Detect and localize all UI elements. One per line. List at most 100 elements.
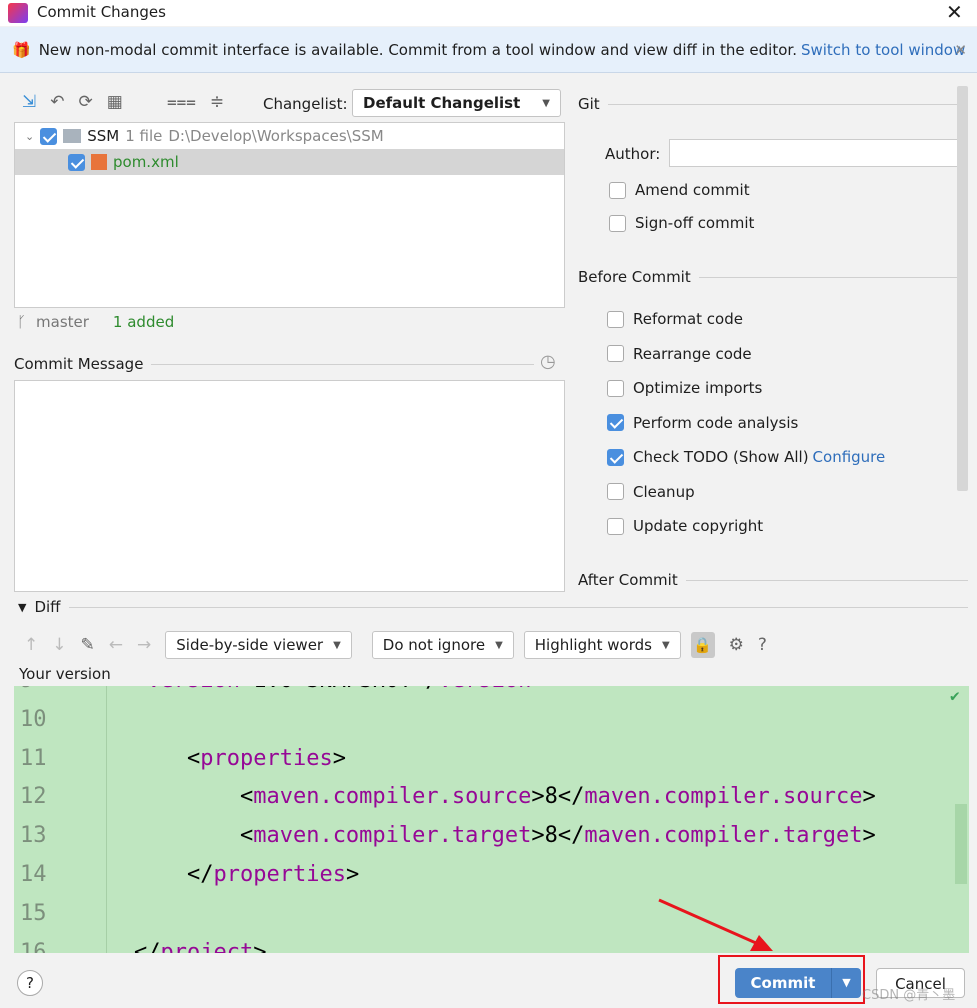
update-copyright-checkbox[interactable] xyxy=(607,517,624,535)
watermark: CSDN @青丶墨 xyxy=(862,988,956,1003)
code-token: < xyxy=(186,745,201,771)
arrow-left-icon[interactable]: ← xyxy=(109,635,123,655)
sign-off-checkbox[interactable] xyxy=(609,214,626,232)
check-todo-option[interactable]: Check TODO (Show All) Configure xyxy=(607,448,885,466)
history-icon[interactable]: ◷ xyxy=(540,351,556,372)
file-row[interactable]: pom.xml xyxy=(15,149,564,175)
collapse-all-icon[interactable]: ≑ xyxy=(210,92,224,112)
code-token: >8</ xyxy=(531,784,585,810)
root-checkbox[interactable] xyxy=(40,127,58,145)
ignore-dropdown[interactable]: Do not ignore ▼ xyxy=(371,631,514,659)
banner-close-icon[interactable]: ✕ xyxy=(954,41,967,59)
line-number: 13 xyxy=(20,823,47,849)
diff-label: Diff xyxy=(34,598,61,616)
cleanup-option[interactable]: Cleanup xyxy=(607,483,885,501)
branch-name: master xyxy=(36,313,89,331)
edit-icon[interactable]: ✎ xyxy=(81,635,95,655)
changes-tree: ⌄ SSM 1 file D:\Develop\Workspaces\SSM p… xyxy=(14,122,565,308)
sign-off-option[interactable]: Sign-off commit xyxy=(609,214,754,232)
arrow-up-icon[interactable]: ↑ xyxy=(24,635,38,655)
viewer-dropdown[interactable]: Side-by-side viewer ▼ xyxy=(165,631,352,659)
folder-icon xyxy=(63,129,82,143)
annotation-arrow xyxy=(658,898,773,951)
group-by-icon[interactable]: ▦ xyxy=(107,92,123,112)
code-token: > xyxy=(253,939,267,953)
option-label: Optimize imports xyxy=(633,379,763,397)
after-commit-header: After Commit xyxy=(578,571,968,589)
reformat-code-option[interactable]: Reformat code xyxy=(607,310,885,328)
close-icon[interactable]: ✕ xyxy=(946,0,963,24)
amend-commit-checkbox[interactable] xyxy=(609,181,626,199)
line-number: 15 xyxy=(20,900,47,926)
reformat-code-checkbox[interactable] xyxy=(607,310,624,328)
your-version-label: Your version xyxy=(19,665,111,683)
code-line: <maven.compiler.target>8</maven.compiler… xyxy=(134,823,876,848)
check-icon: ✔ xyxy=(950,686,960,705)
code-token: < xyxy=(239,784,254,810)
code-token: > xyxy=(862,823,876,849)
amend-commit-option[interactable]: Amend commit xyxy=(609,181,750,199)
perform-code-analysis-checkbox[interactable] xyxy=(607,414,624,431)
perform-code-analysis-option[interactable]: Perform code analysis xyxy=(607,414,885,432)
gear-icon[interactable]: ⚙ xyxy=(729,635,744,655)
commit-split-button: Commit ▼ xyxy=(735,968,861,998)
switch-to-tool-window-link[interactable]: Switch to tool window xyxy=(801,41,965,59)
chevron-down-icon: ▼ xyxy=(542,97,550,109)
refresh-icon[interactable]: ⟳ xyxy=(79,92,93,112)
cleanup-checkbox[interactable] xyxy=(607,483,624,500)
update-copyright-option[interactable]: Update copyright xyxy=(607,517,885,535)
changelist-label: Changelist: xyxy=(263,95,348,113)
diff-header[interactable]: ▼ Diff xyxy=(18,598,968,616)
tree-root[interactable]: ⌄ SSM 1 file D:\Develop\Workspaces\SSM xyxy=(15,123,564,149)
code-line: </properties> xyxy=(134,862,359,887)
code-line: <properties> xyxy=(134,746,346,771)
highlight-dropdown[interactable]: Highlight words ▼ xyxy=(523,631,681,659)
commit-message-input[interactable] xyxy=(14,380,565,592)
amend-commit-label: Amend commit xyxy=(635,181,750,199)
option-label: Rearrange code xyxy=(633,344,752,363)
check-todo-checkbox[interactable] xyxy=(607,448,624,466)
right-panel-scrollbar[interactable] xyxy=(957,86,968,491)
optimize-imports-checkbox[interactable] xyxy=(607,379,624,397)
file-checkbox[interactable] xyxy=(68,153,85,171)
option-label: Perform code analysis xyxy=(633,413,799,432)
chevron-down-icon[interactable]: ⌄ xyxy=(25,130,34,143)
code-token: version xyxy=(439,686,532,693)
rearrange-code-checkbox[interactable] xyxy=(607,345,624,362)
changelist-dropdown[interactable]: Default Changelist ▼ xyxy=(352,89,561,117)
arrow-down-icon[interactable]: ↓ xyxy=(52,635,66,655)
commit-options-dropdown[interactable]: ▼ xyxy=(831,968,861,998)
configure-link[interactable]: Configure xyxy=(813,448,886,466)
code-token: version xyxy=(147,686,240,693)
code-token: properties xyxy=(200,745,333,771)
option-label: Reformat code xyxy=(633,310,743,328)
help-button[interactable]: ? xyxy=(17,970,43,996)
before-commit-options: Reformat code Rearrange code Optimize im… xyxy=(607,310,885,535)
editor-scrollbar[interactable] xyxy=(955,804,967,884)
info-banner: 🎁 New non-modal commit interface is avai… xyxy=(0,27,977,73)
arrow-right-icon[interactable]: → xyxy=(137,635,151,655)
diff-editor[interactable]: 9<version>1.0-SNAPSHOT</version>1011 <pr… xyxy=(14,686,969,953)
after-commit-label: After Commit xyxy=(578,571,678,589)
root-path: D:\Develop\Workspaces\SSM xyxy=(168,127,384,145)
code-token: > xyxy=(345,862,360,887)
window-title: Commit Changes xyxy=(37,3,166,21)
lock-icon[interactable]: 🔒 xyxy=(690,632,715,658)
collapse-arrows-icon[interactable]: ⇲ xyxy=(22,92,36,112)
commit-button[interactable]: Commit xyxy=(735,968,831,998)
viewer-value: Side-by-side viewer xyxy=(176,636,324,654)
optimize-imports-option[interactable]: Optimize imports xyxy=(607,379,885,397)
expand-all-icon[interactable]: ⩶ xyxy=(167,92,196,112)
xml-file-icon xyxy=(91,154,107,170)
highlight-value: Highlight words xyxy=(534,636,652,654)
author-input[interactable] xyxy=(669,139,962,167)
changes-toolbar: ⇲ ↶ ⟳ ▦ ⩶ ≑ xyxy=(22,92,224,112)
rearrange-code-option[interactable]: Rearrange code xyxy=(607,345,885,363)
help-icon[interactable]: ? xyxy=(758,635,767,655)
rollback-icon[interactable]: ↶ xyxy=(50,92,64,112)
line-number: 16 xyxy=(20,939,47,953)
code-token: > xyxy=(862,784,876,810)
root-count: 1 file xyxy=(125,127,163,145)
option-label: Cleanup xyxy=(633,482,695,501)
